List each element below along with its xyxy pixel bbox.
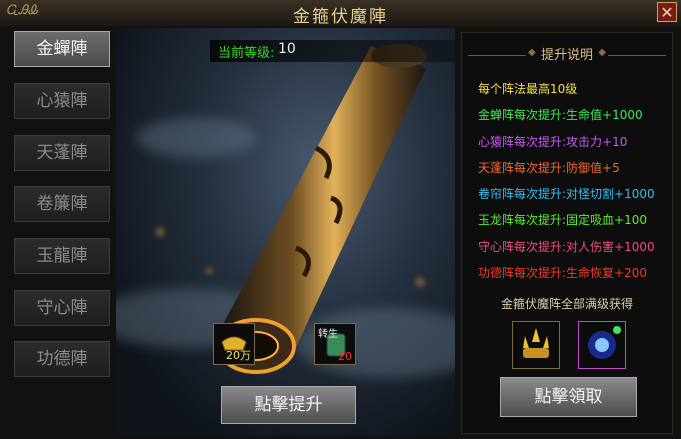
claim-button[interactable]: 點擊領取 <box>500 377 637 417</box>
upgrade-description-list: 每个阵法最高10级 金蝉阵每次提升:生命值+1000 心猿阵每次提升:攻击力+1… <box>478 80 668 290</box>
cost-count: 20 <box>338 350 352 363</box>
tab-tianpeng[interactable]: 天蓬陣 <box>14 135 110 171</box>
current-level-value: 10 <box>278 41 296 57</box>
panel-title: 提升说明 <box>540 48 593 63</box>
cost-count: 20万 <box>226 349 251 362</box>
close-button[interactable]: ✕ <box>657 2 677 22</box>
list-item: 玉龙阵每次提升:固定吸血+100 <box>478 213 648 228</box>
list-item: 金蝉阵每次提升:生命值+1000 <box>478 108 643 123</box>
tab-jinchan[interactable]: 金蟬陣 <box>14 31 110 67</box>
scroll-artwork <box>116 28 455 436</box>
cost-item-jade[interactable]: 转生 20 <box>314 323 356 365</box>
tab-juanlian[interactable]: 卷簾陣 <box>14 186 110 222</box>
list-item: 功德阵每次提升:生命恢复+200 <box>478 266 648 281</box>
list-item: 心猿阵每次提升:攻击力+10 <box>478 134 628 149</box>
blue-orb-icon <box>588 326 621 359</box>
upgrade-button[interactable]: 點擊提升 <box>221 386 356 424</box>
formation-tab-list: 金蟬陣 心猿陣 天蓬陣 卷簾陣 玉龍陣 守心陣 功德陣 <box>6 28 112 436</box>
reward-item-orb[interactable] <box>578 321 626 369</box>
reward-caption: 金箍伏魔阵全部满级获得 <box>500 297 633 311</box>
title-bar: ᏩᎯᎲ 金箍伏魔陣 ✕ <box>0 0 681 27</box>
ornament-icon: ◆ <box>598 47 606 58</box>
window-title: 金箍伏魔陣 <box>293 7 388 27</box>
tab-shouxin[interactable]: 守心陣 <box>14 290 110 326</box>
tab-yulong[interactable]: 玉龍陣 <box>14 238 110 274</box>
tab-gongde[interactable]: 功德陣 <box>14 341 110 377</box>
cost-badge: 转生 <box>318 329 338 340</box>
list-item: 天蓬阵每次提升:防御值+5 <box>478 160 620 175</box>
tab-xinyuan[interactable]: 心猿陣 <box>14 83 110 119</box>
golden-scroll-icon <box>216 44 427 374</box>
current-level-label: 当前等级: <box>218 46 275 61</box>
panel-header: ◆ 提升说明 ◆ <box>468 44 666 66</box>
list-item: 卷帘阵每次提升:对怪切割+1000 <box>478 187 655 202</box>
cost-item-gold[interactable]: 20万 <box>213 323 255 365</box>
list-item: 守心阵每次提升:对人伤害+1000 <box>478 239 655 254</box>
list-item: 每个阵法最高10级 <box>478 82 578 96</box>
reward-item-trident[interactable] <box>512 321 560 369</box>
ornament-icon: ◆ <box>528 47 536 58</box>
golden-trident-icon <box>523 328 549 358</box>
